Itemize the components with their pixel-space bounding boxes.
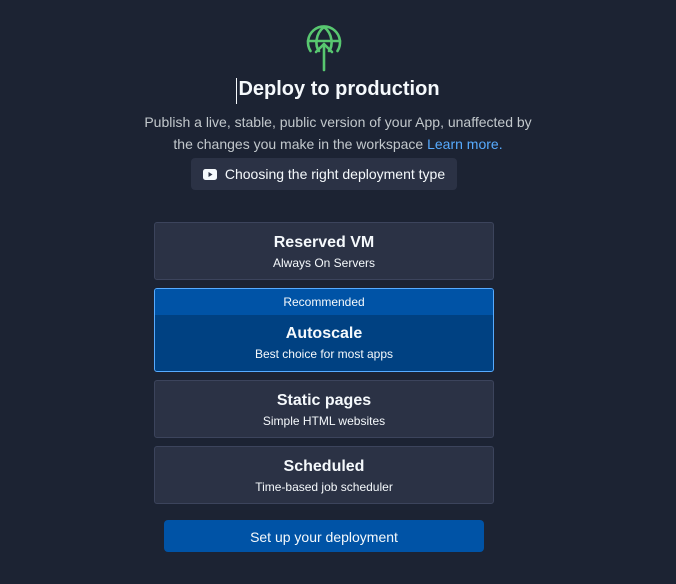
description-line-2: the changes you make in the workspace Le… <box>0 133 676 155</box>
option-name: Reserved VM <box>273 234 375 251</box>
setup-deployment-button[interactable]: Set up your deployment <box>164 520 484 552</box>
option-reserved-vm[interactable]: Reserved VM Always On Servers <box>154 222 494 280</box>
option-autoscale[interactable]: Recommended Autoscale Best choice for mo… <box>154 288 494 372</box>
deployment-type-video-button[interactable]: Choosing the right deployment type <box>191 158 457 190</box>
learn-more-link[interactable]: Learn more. <box>427 136 502 152</box>
description-line-1: Publish a live, stable, public version o… <box>144 114 532 130</box>
page-title-text: Deploy to production <box>238 78 440 100</box>
option-description: Best choice for most apps <box>254 347 394 361</box>
option-description: Time-based job scheduler <box>255 480 393 494</box>
option-scheduled[interactable]: Scheduled Time-based job scheduler <box>154 446 494 504</box>
description-line-2-text: the changes you make in the workspace <box>173 136 424 152</box>
option-static-pages[interactable]: Static pages Simple HTML websites <box>154 380 494 438</box>
option-name: Static pages <box>276 392 372 409</box>
option-description: Simple HTML websites <box>262 414 386 428</box>
text-caret <box>236 78 238 104</box>
video-label: Choosing the right deployment type <box>224 166 446 182</box>
globe-upload-icon <box>306 25 342 72</box>
option-name: Scheduled <box>283 458 365 475</box>
page-title: Deploy to production <box>236 78 440 104</box>
option-name: Autoscale <box>285 325 363 342</box>
recommended-badge: Recommended <box>155 289 493 315</box>
option-description: Always On Servers <box>272 256 376 270</box>
page-description: Publish a live, stable, public version o… <box>0 111 676 155</box>
youtube-icon <box>202 168 217 180</box>
